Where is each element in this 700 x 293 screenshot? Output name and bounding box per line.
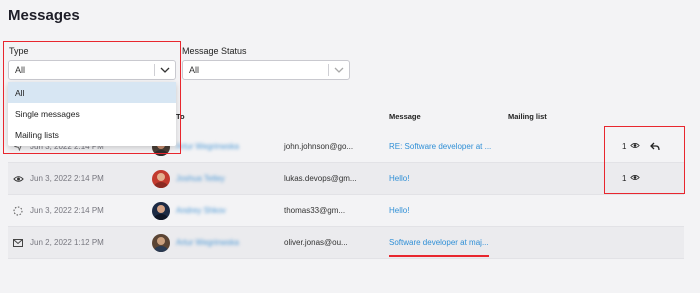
eye-icon bbox=[630, 174, 641, 183]
recipient-email: thomas33@gm... bbox=[284, 206, 346, 215]
type-dropdown-menu: All Single messages Mailing lists bbox=[8, 82, 176, 146]
view-count: 1 bbox=[622, 163, 641, 194]
mail-icon bbox=[12, 227, 24, 258]
dropdown-option-mailing-lists[interactable]: Mailing lists bbox=[8, 124, 176, 145]
status-select-value: All bbox=[189, 65, 200, 75]
dropdown-option-single-messages[interactable]: Single messages bbox=[8, 103, 176, 124]
message-date: Jun 3, 2022 2:14 PM bbox=[30, 206, 104, 215]
message-link[interactable]: Hello! bbox=[389, 195, 409, 226]
highlight-underline bbox=[389, 255, 489, 257]
message-date: Jun 2, 2022 1:12 PM bbox=[30, 238, 104, 247]
dropdown-option-all[interactable]: All bbox=[8, 82, 176, 103]
column-header-mailing-list: Mailing list bbox=[508, 112, 547, 121]
table-row[interactable]: Jun 2, 2022 1:12 PM Artur Wegrinwska oli… bbox=[8, 227, 684, 259]
page-title: Messages bbox=[8, 7, 80, 24]
eye-icon bbox=[630, 142, 641, 151]
status-select[interactable]: All bbox=[182, 60, 350, 80]
type-select-value: All bbox=[15, 65, 26, 75]
recipient-email: john.johnson@go... bbox=[284, 142, 354, 151]
column-header-to: To bbox=[176, 112, 185, 121]
status-filter-label: Message Status bbox=[182, 46, 247, 56]
recipient-name[interactable]: Artur Wegrinwska bbox=[176, 131, 239, 162]
column-header-message: Message bbox=[389, 112, 421, 121]
recipient-name[interactable]: Andrey Shkov bbox=[176, 195, 226, 226]
reply-icon[interactable] bbox=[650, 131, 660, 162]
message-date: Jun 3, 2022 2:14 PM bbox=[30, 174, 104, 183]
table-row[interactable]: Jun 3, 2022 2:14 PM Joshua Tetley lukas.… bbox=[8, 163, 684, 195]
type-filter-label: Type bbox=[9, 46, 29, 56]
table-row[interactable]: Jun 3, 2022 2:14 PM Andrey Shkov thomas3… bbox=[8, 195, 684, 227]
view-count-value: 1 bbox=[622, 142, 627, 151]
recipient-email: lukas.devops@gm... bbox=[284, 174, 357, 183]
view-count: 1 bbox=[622, 131, 641, 162]
recipient-name[interactable]: Artur Wegrinwska bbox=[176, 227, 239, 258]
eye-icon bbox=[12, 163, 24, 194]
pending-icon bbox=[12, 195, 24, 226]
avatar bbox=[152, 163, 170, 194]
recipient-name[interactable]: Joshua Tetley bbox=[176, 163, 225, 194]
chevron-down-icon[interactable] bbox=[329, 67, 349, 73]
avatar bbox=[152, 195, 170, 226]
recipient-email: oliver.jonas@ou... bbox=[284, 238, 348, 247]
message-link[interactable]: Software developer at maj... bbox=[389, 227, 489, 258]
type-select[interactable]: All bbox=[8, 60, 176, 80]
message-link[interactable]: RE: Software developer at ... bbox=[389, 131, 491, 162]
view-count-value: 1 bbox=[622, 174, 627, 183]
chevron-down-icon[interactable] bbox=[155, 67, 175, 73]
avatar bbox=[152, 227, 170, 258]
message-link[interactable]: Hello! bbox=[389, 163, 409, 194]
